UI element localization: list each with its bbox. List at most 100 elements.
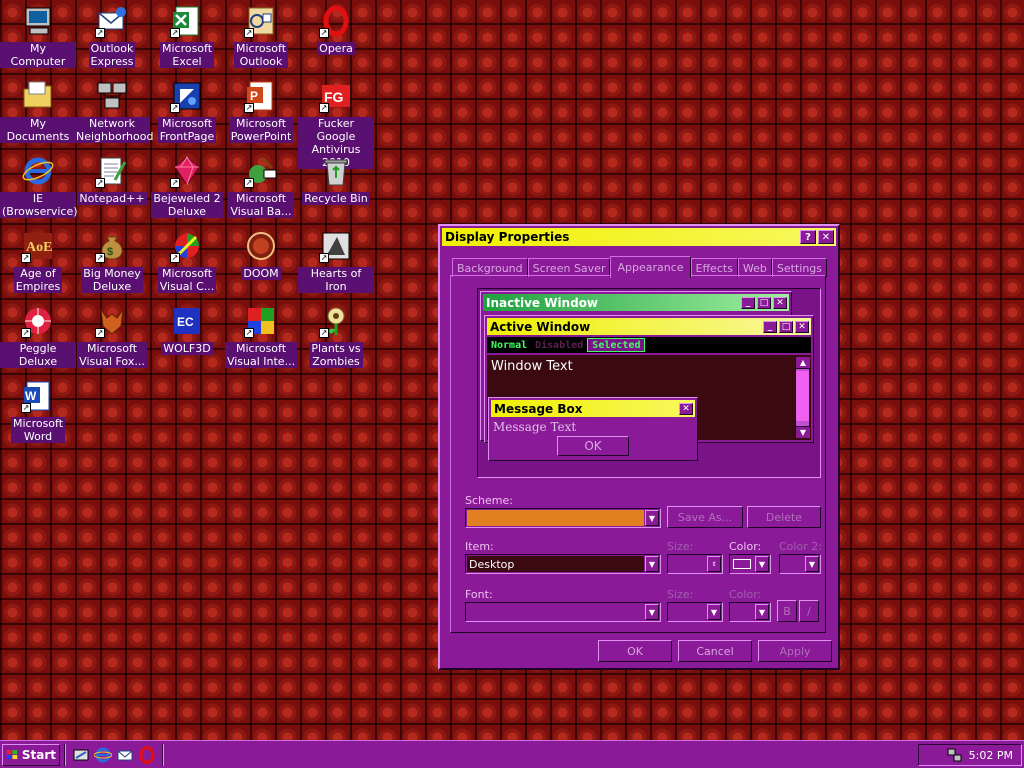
desktop-icon-plant[interactable]: ↗ Plants vs Zombies xyxy=(298,302,374,374)
desktop-icon-antivirus[interactable]: FG↗Fucker Google Antivirus 2010 xyxy=(298,77,374,169)
start-button[interactable]: Start xyxy=(2,743,60,766)
desktop-icon-label: IE (Browservice) xyxy=(0,192,78,218)
apply-button[interactable]: Apply xyxy=(758,640,832,662)
chevron-down-icon[interactable]: ▼ xyxy=(805,556,819,572)
minimize-icon: _ xyxy=(763,321,777,333)
menu-normal[interactable]: Normal xyxy=(487,340,531,351)
desktop-icon-label: Microsoft Visual Ba... xyxy=(228,192,294,218)
desktop-icon-peggle[interactable]: ↗ Peggle Deluxe xyxy=(0,302,76,374)
desktop-icon-label: Microsoft Visual Inte... xyxy=(224,342,298,368)
desktop-icon-computer[interactable]: My Computer xyxy=(0,2,76,74)
save-as-button[interactable]: Save As... xyxy=(667,506,743,528)
shortcut-arrow-icon: ↗ xyxy=(21,328,31,338)
shortcut-arrow-icon: ↗ xyxy=(244,328,254,338)
opera-icon[interactable] xyxy=(138,745,156,764)
scroll-up-icon: ▲ xyxy=(796,357,810,369)
minimize-icon: _ xyxy=(741,297,755,309)
desktop-icon-gem[interactable]: ↗ Bejeweled 2 Deluxe xyxy=(149,152,225,224)
font-color-label: Color: xyxy=(729,588,762,601)
desktop-icon-doom[interactable]: DOOM xyxy=(223,227,299,299)
close-button[interactable]: ✕ xyxy=(818,230,834,244)
chevron-down-icon[interactable]: ▼ xyxy=(755,556,769,572)
desktop-icon-ie[interactable]: IE (Browservice) xyxy=(0,152,78,224)
menu-selected[interactable]: Selected xyxy=(587,338,646,352)
desktop-icon-visual-interdev[interactable]: ↗ Microsoft Visual Inte... xyxy=(223,302,299,374)
bold-button[interactable]: B xyxy=(777,600,797,622)
clock[interactable]: 5:02 PM xyxy=(969,749,1013,762)
ie-icon[interactable] xyxy=(94,746,112,764)
italic-button[interactable]: / xyxy=(799,600,819,622)
svg-text:$: $ xyxy=(107,246,113,258)
preview-menubar: Normal Disabled Selected xyxy=(487,337,811,353)
outlook-express-icon[interactable] xyxy=(116,746,134,764)
scroll-thumb xyxy=(796,371,809,421)
desktop-icon-word[interactable]: W ↗ Microsoft Word xyxy=(0,377,76,449)
desktop-icon-age-of-empires[interactable]: AoE ↗ Age of Empires xyxy=(0,227,76,299)
item-dropdown[interactable]: Desktop ▼ xyxy=(465,554,661,574)
tab-appearance[interactable]: Appearance xyxy=(610,256,691,278)
desktop-icon-label: Microsoft PowerPoint xyxy=(228,117,294,143)
desktop-icon-hearts-of-iron[interactable]: ↗ Hearts of Iron xyxy=(298,227,374,299)
desktop-icon-powerpoint[interactable]: P ↗ Microsoft PowerPoint xyxy=(223,77,299,149)
shortcut-arrow-icon: ↗ xyxy=(95,328,105,338)
appearance-preview[interactable]: Inactive Window _ □ ✕ Active Window _ □ … xyxy=(477,288,821,478)
preview-msgbox-titlebar[interactable]: Message Box ✕ xyxy=(491,400,695,417)
close-icon: ✕ xyxy=(773,297,787,309)
network-tray-icon[interactable] xyxy=(947,747,963,763)
preview-active-titlebar[interactable]: Active Window _ □ ✕ xyxy=(487,318,811,335)
shortcut-arrow-icon: ↗ xyxy=(170,103,180,113)
font-color-picker[interactable]: ▼ xyxy=(729,602,771,622)
preview-ok-button[interactable]: OK xyxy=(557,436,629,456)
desktop-icon-visual-basic[interactable]: ↗ Microsoft Visual Ba... xyxy=(223,152,299,224)
appearance-panel: Inactive Window _ □ ✕ Active Window _ □ … xyxy=(450,275,826,633)
spinner-icon[interactable]: ⇕ xyxy=(707,556,721,572)
desktop-icon-wolf3d[interactable]: EC WOLF3D xyxy=(149,302,225,374)
desktop-icon-notepad[interactable]: ↗ Notepad++ xyxy=(74,152,150,224)
chevron-down-icon[interactable]: ▼ xyxy=(755,604,769,620)
scheme-dropdown[interactable]: ▼ xyxy=(465,508,661,528)
chevron-down-icon[interactable]: ▼ xyxy=(645,556,659,572)
chevron-down-icon[interactable]: ▼ xyxy=(645,604,659,620)
cancel-button[interactable]: Cancel xyxy=(678,640,752,662)
item-size-spinner[interactable]: ⇕ xyxy=(667,554,723,574)
help-button[interactable]: ? xyxy=(800,230,816,244)
font-dropdown[interactable]: ▼ xyxy=(465,602,661,622)
shortcut-arrow-icon: ↗ xyxy=(319,103,329,113)
item-color-picker[interactable]: ▼ xyxy=(729,554,771,574)
font-field xyxy=(467,604,644,620)
item-color-label: Color: xyxy=(729,540,762,553)
desktop-icon-label: Microsoft Visual Fox... xyxy=(77,342,147,368)
chevron-down-icon[interactable]: ▼ xyxy=(645,510,659,526)
desktop-icon-visual-c[interactable]: ↗ Microsoft Visual C... xyxy=(149,227,225,299)
dialog-title: Display Properties xyxy=(445,230,570,244)
desktop-icon-excel[interactable]: ↗ Microsoft Excel xyxy=(149,2,225,74)
delete-button[interactable]: Delete xyxy=(747,506,821,528)
desktop-icon-label: Age of Empires xyxy=(13,267,63,293)
desktop-icon-money-bag[interactable]: $ ↗ Big Money Deluxe xyxy=(74,227,150,299)
dialog-titlebar[interactable]: Display Properties ? ✕ xyxy=(442,228,836,246)
desktop-icon-folder[interactable]: My Documents xyxy=(0,77,76,149)
font-size-dropdown[interactable]: ▼ xyxy=(667,602,723,622)
chevron-down-icon[interactable]: ▼ xyxy=(707,604,721,620)
shortcut-arrow-icon: ↗ xyxy=(244,178,254,188)
desktop-icon-label: Plants vs Zombies xyxy=(309,342,363,368)
folder-icon xyxy=(21,79,55,113)
item-color-swatch xyxy=(731,556,754,572)
desktop-icon-network[interactable]: Network Neighborhood xyxy=(74,77,153,149)
preview-window-text: Window Text xyxy=(491,359,573,374)
desktop-icon-label: Hearts of Iron xyxy=(298,267,374,293)
desktop-icon-visual-foxpro[interactable]: ↗ Microsoft Visual Fox... xyxy=(74,302,150,374)
desktop-icon-outlook[interactable]: ↗ Microsoft Outlook xyxy=(223,2,299,74)
gem-icon: ↗ xyxy=(170,154,204,188)
preview-scrollbar[interactable]: ▲ ▼ xyxy=(795,357,810,438)
show-desktop-icon[interactable] xyxy=(72,746,90,764)
desktop-icon-recycle-bin[interactable]: Recycle Bin xyxy=(298,152,374,224)
desktop-icon-opera[interactable]: ↗ Opera xyxy=(298,2,374,74)
desktop-icon-outlook-express[interactable]: ↗ Outlook Express xyxy=(74,2,150,74)
preview-inactive-titlebar[interactable]: Inactive Window _ □ ✕ xyxy=(483,294,789,311)
item-color2-picker[interactable]: ▼ xyxy=(779,554,821,574)
preview-message-box[interactable]: Message Box ✕ Message Text OK xyxy=(488,397,698,461)
ok-button[interactable]: OK xyxy=(598,640,672,662)
desktop-icon-frontpage[interactable]: ↗ Microsoft FrontPage xyxy=(149,77,225,149)
menu-disabled[interactable]: Disabled xyxy=(531,340,587,351)
